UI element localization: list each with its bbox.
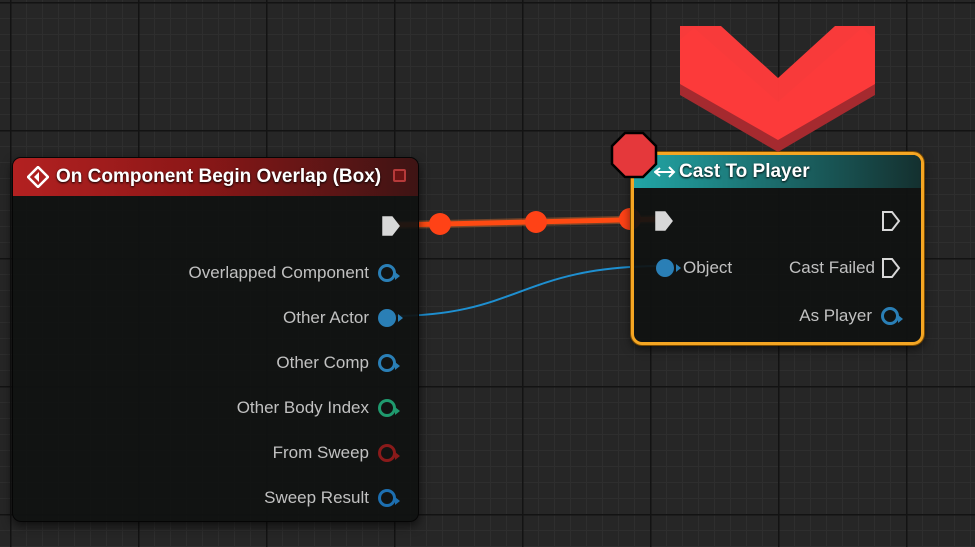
object-pin[interactable]	[881, 307, 903, 325]
pin-row-other-actor[interactable]: Other Actor	[283, 306, 403, 330]
cast-node-cast-to-player[interactable]: Cast To Player Object Cast Failed As Pla…	[631, 152, 924, 345]
object-wire	[391, 265, 664, 317]
struct-pin[interactable]	[378, 489, 400, 507]
pin-label: Overlapped Component	[188, 263, 369, 282]
boolean-pin[interactable]	[378, 444, 400, 462]
pin-row-other-body-index[interactable]: Other Body Index	[236, 396, 400, 420]
pin-row-from-sweep[interactable]: From Sweep	[272, 441, 400, 465]
pin-label: As Player	[799, 306, 872, 325]
exec-out-pin[interactable]	[881, 209, 901, 233]
pin-row-cast-failed[interactable]: Cast Failed	[789, 256, 901, 280]
pin-row-object-input[interactable]: Object	[656, 256, 732, 280]
pin-row-sweep-result[interactable]: Sweep Result	[264, 486, 400, 510]
cast-node-header[interactable]: Cast To Player	[634, 155, 921, 188]
pin-row-as-player[interactable]: As Player	[799, 304, 903, 328]
pin-label: Other Body Index	[236, 398, 369, 417]
pin-label: Sweep Result	[264, 488, 369, 507]
downward-chevron-arrow-icon	[680, 26, 875, 152]
pin-label: Other Actor	[283, 308, 369, 327]
exec-in-pin[interactable]	[654, 209, 674, 233]
event-node-begin-overlap[interactable]: On Component Begin Overlap (Box) Overlap…	[12, 157, 419, 522]
exec-flow-dot	[429, 213, 451, 235]
exec-out-pin[interactable]	[881, 256, 901, 280]
event-node-title: On Component Begin Overlap (Box)	[56, 166, 382, 187]
object-pin[interactable]	[378, 264, 400, 282]
delegate-pin[interactable]	[393, 169, 406, 182]
integer-pin[interactable]	[378, 399, 400, 417]
object-input-pin[interactable]	[656, 259, 681, 277]
pin-label: Other Comp	[276, 353, 369, 372]
object-pin[interactable]	[378, 354, 400, 372]
event-node-header[interactable]: On Component Begin Overlap (Box)	[13, 158, 418, 196]
pin-label: Object	[683, 258, 733, 277]
cast-node-title: Cast To Player	[679, 161, 810, 182]
exec-out-pin[interactable]	[381, 214, 401, 238]
pin-label: Cast Failed	[789, 258, 875, 277]
pin-row-overlapped-component[interactable]: Overlapped Component	[188, 261, 400, 285]
event-diamond-icon	[27, 166, 49, 188]
pin-label: From Sweep	[272, 443, 369, 462]
breakpoint-octagon-icon[interactable]	[610, 131, 658, 179]
exec-flow-dot	[525, 211, 547, 233]
object-pin[interactable]	[378, 309, 403, 327]
pin-row-other-comp[interactable]: Other Comp	[276, 351, 400, 375]
